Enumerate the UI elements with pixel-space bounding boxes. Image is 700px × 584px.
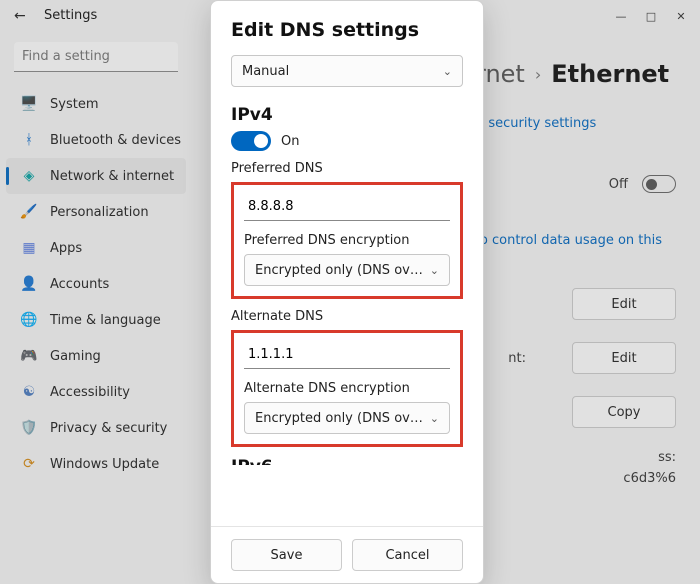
dns-mode-select[interactable]: Manual ⌄ [231,55,463,87]
alternate-dns-encryption-label: Alternate DNS encryption [244,381,450,396]
preferred-dns-encryption-label: Preferred DNS encryption [244,233,450,248]
chevron-down-icon: ⌄ [443,65,452,78]
preferred-dns-encryption-select[interactable]: Encrypted only (DNS over HTTPS) ⌄ [244,254,450,286]
alternate-dns-encryption-select[interactable]: Encrypted only (DNS over HTTPS) ⌄ [244,402,450,434]
save-button[interactable]: Save [231,539,342,571]
ipv4-heading: IPv4 [231,105,463,125]
preferred-dns-label: Preferred DNS [231,161,463,176]
preferred-dns-highlight: Preferred DNS encryption Encrypted only … [231,182,463,299]
dialog-title: Edit DNS settings [231,19,463,41]
alternate-dns-highlight: Alternate DNS encryption Encrypted only … [231,330,463,447]
ipv4-toggle-label: On [281,134,299,149]
alternate-dns-encryption-value: Encrypted only (DNS over HTTPS) [255,411,430,426]
alternate-dns-input[interactable] [244,341,450,369]
ipv6-heading: IPv6 [231,457,463,465]
chevron-down-icon: ⌄ [430,412,439,425]
dialog-footer: Save Cancel [211,526,483,583]
alternate-dns-label: Alternate DNS [231,309,463,324]
preferred-dns-encryption-value: Encrypted only (DNS over HTTPS) [255,263,430,278]
preferred-dns-input[interactable] [244,193,450,221]
chevron-down-icon: ⌄ [430,264,439,277]
dns-mode-value: Manual [242,64,289,79]
cancel-button[interactable]: Cancel [352,539,463,571]
edit-dns-dialog: Edit DNS settings Manual ⌄ IPv4 On Prefe… [210,0,484,584]
ipv4-toggle[interactable] [231,131,271,151]
